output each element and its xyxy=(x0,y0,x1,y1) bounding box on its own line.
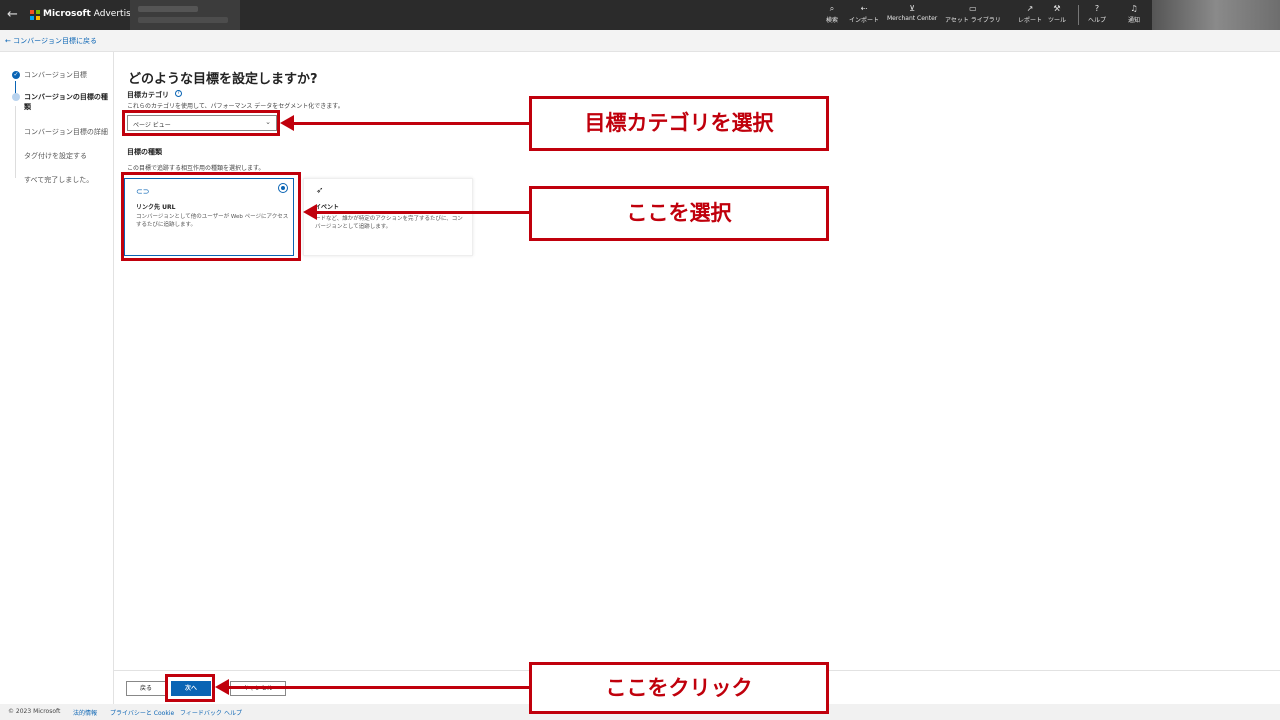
step-label: コンバージョン目標 xyxy=(24,71,87,79)
goal-type-card-event[interactable]: イベント ードなど、誰かが特定のアクションを完了するたびに、コンバージョンとして… xyxy=(303,178,473,256)
help-icon[interactable]: ? xyxy=(175,90,182,97)
wizard-steps: ✓ コンバージョン目標 コンバージョンの目標の種類 コンバージョン目標の詳細 タ… xyxy=(0,52,114,704)
callout-click-here: ここをクリック xyxy=(529,662,829,714)
footer-link-privacy[interactable]: プライバシーと Cookie xyxy=(110,708,174,717)
goal-category-desc: これらのカテゴリを使用して、パフォーマンス データをセグメント化できます。 xyxy=(127,103,344,110)
nav-asset-library-label: アセット ライブラリ xyxy=(945,17,1001,24)
account-switcher[interactable] xyxy=(130,0,240,30)
back-button[interactable]: 戻る xyxy=(126,681,166,696)
nav-import-label: インポート xyxy=(849,17,880,24)
highlight-category-select xyxy=(122,110,280,136)
arrow-left-icon xyxy=(215,679,229,695)
step-label: コンバージョンの目標の種類 xyxy=(24,93,108,111)
mouse-cursor-icon: ➶ xyxy=(316,186,324,196)
nav-search[interactable]: ⌕ 検索 xyxy=(826,4,838,24)
highlight-destination-card xyxy=(121,172,301,261)
breadcrumb[interactable]: ← コンバージョン目標に戻る xyxy=(5,36,97,46)
brand-name: Microsoft xyxy=(43,9,91,19)
asset-library-icon: ▭ xyxy=(969,4,977,13)
nav-help[interactable]: ? ヘルプ xyxy=(1088,4,1106,24)
callout-select-category: 目標カテゴリを選択 xyxy=(529,96,829,151)
nav-merchant-center[interactable]: ⊻ Merchant Center xyxy=(887,4,937,22)
nav-notifications-label: 通知 xyxy=(1128,17,1141,24)
nav-asset-library[interactable]: ▭ アセット ライブラリ xyxy=(945,4,1001,24)
step-label: タグ付けを設定する xyxy=(24,152,87,160)
back-arrow-icon[interactable]: ← xyxy=(7,7,18,22)
breadcrumb-bar: ← コンバージョン目標に戻る xyxy=(0,30,1280,52)
callout-select-here: ここを選択 xyxy=(529,186,829,241)
goal-type-label: 目標の種類 xyxy=(127,148,162,156)
card-desc: ードなど、誰かが特定のアクションを完了するたびに、コンバージョンとして追跡します… xyxy=(315,216,463,230)
current-step-icon xyxy=(12,93,20,101)
nav-tools-label: ツール xyxy=(1048,17,1067,24)
arrow-line xyxy=(292,122,530,125)
nav-search-label: 検索 xyxy=(826,17,839,24)
step-label: すべて完了しました。 xyxy=(24,176,94,184)
page-title: どのような目標を設定しますか? xyxy=(128,72,318,87)
footer-link-legal[interactable]: 法的情報 xyxy=(73,708,97,717)
step-connector xyxy=(15,106,16,178)
footer-link-help[interactable]: ヘルプ xyxy=(224,708,242,717)
import-icon: ⇠ xyxy=(860,4,868,13)
arrow-left-icon xyxy=(303,204,317,220)
wrench-icon: ⚒ xyxy=(1053,4,1061,13)
nav-tools[interactable]: ⚒ ツール xyxy=(1048,4,1066,24)
copyright: © 2023 Microsoft xyxy=(8,708,61,715)
goal-type-desc: この目標で追跡する相互作用の種類を選択します。 xyxy=(127,165,265,172)
profile-menu[interactable] xyxy=(1152,0,1280,30)
cart-icon: ⊻ xyxy=(909,4,916,13)
goal-category-label: 目標カテゴリ xyxy=(127,91,169,99)
top-bar: ← Microsoft Advertising ⌕ 検索 ⇠ インポート ⊻ Me… xyxy=(0,0,1280,30)
chart-icon: ↗ xyxy=(1026,4,1034,13)
breadcrumb-label: コンバージョン目標に戻る xyxy=(13,37,97,45)
arrow-line xyxy=(228,686,530,689)
arrow-line xyxy=(316,211,530,214)
nav-merchant-center-label: Merchant Center xyxy=(887,15,938,22)
nav-help-label: ヘルプ xyxy=(1088,17,1107,24)
nav-import[interactable]: ⇠ インポート xyxy=(849,4,879,24)
bell-icon: ♫ xyxy=(1130,4,1138,13)
nav-reports[interactable]: ↗ レポート xyxy=(1018,4,1042,24)
step-label: コンバージョン目標の詳細 xyxy=(24,128,108,136)
question-icon: ? xyxy=(1094,4,1100,13)
top-divider xyxy=(1078,5,1079,25)
microsoft-logo-icon xyxy=(30,10,40,20)
check-icon: ✓ xyxy=(12,71,20,79)
arrow-left-icon xyxy=(280,115,294,131)
search-icon: ⌕ xyxy=(829,4,835,13)
highlight-next-button xyxy=(165,674,215,702)
footer-link-feedback[interactable]: フィードバック xyxy=(180,708,222,717)
card-title: イベント xyxy=(315,204,340,211)
nav-notifications[interactable]: ♫ 通知 xyxy=(1128,4,1140,24)
nav-reports-label: レポート xyxy=(1018,17,1043,24)
